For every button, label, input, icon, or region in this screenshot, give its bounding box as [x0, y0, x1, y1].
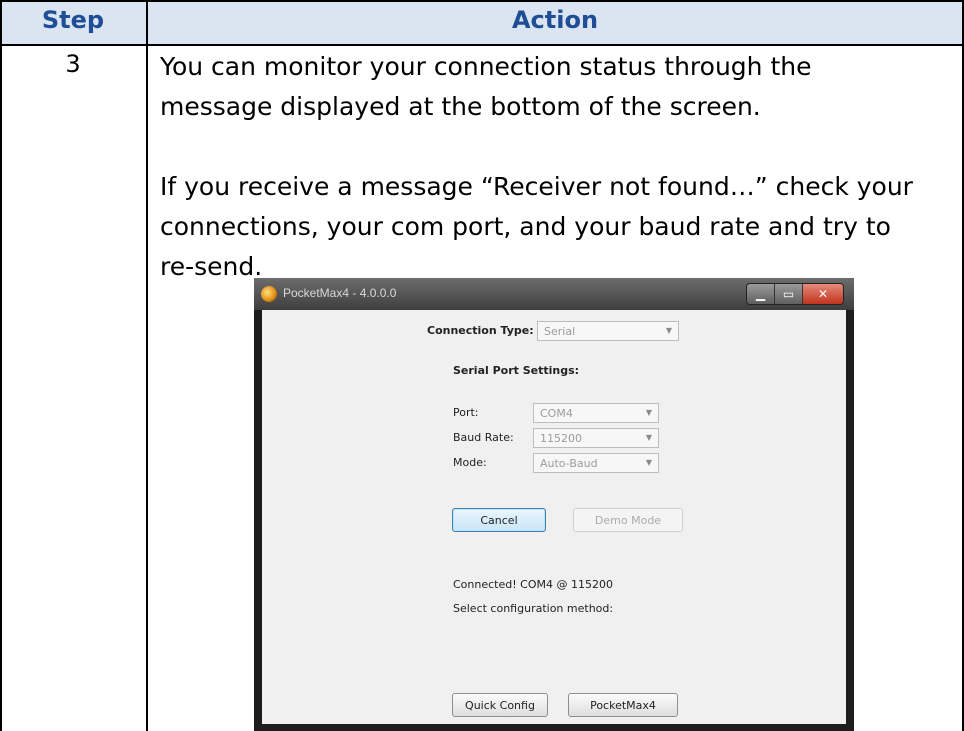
maximize-button[interactable]: ▭ [775, 284, 803, 304]
window-title: PocketMax4 - 4.0.0.0 [283, 286, 397, 300]
mode-label: Mode: [453, 456, 487, 469]
chevron-down-icon: ▼ [645, 408, 652, 417]
window-titlebar: PocketMax4 - 4.0.0.0 ▁ ▭ ✕ [254, 278, 854, 310]
cancel-button[interactable]: Cancel [452, 508, 546, 532]
chevron-down-icon: ▼ [645, 458, 652, 467]
port-label: Port: [453, 406, 479, 419]
pocketmax4-button[interactable]: PocketMax4 [568, 693, 678, 717]
connection-type-value: Serial [544, 325, 576, 338]
chevron-down-icon: ▼ [645, 433, 652, 442]
connection-type-label: Connection Type: [427, 324, 534, 337]
pocketmax-window-screenshot: PocketMax4 - 4.0.0.0 ▁ ▭ ✕ Connection Ty… [254, 278, 854, 731]
mode-value: Auto-Baud [540, 457, 598, 470]
baud-rate-select[interactable]: 115200 ▼ [533, 428, 659, 448]
instruction-line-5: re-send. [160, 252, 263, 281]
serial-settings-heading: Serial Port Settings: [453, 364, 580, 377]
configuration-prompt-text: Select configuration method: [453, 602, 614, 615]
window-client-area: Connection Type: Serial ▼ Serial Port Se… [262, 310, 846, 724]
connection-status-text: Connected! COM4 @ 115200 [453, 578, 613, 591]
minimize-button[interactable]: ▁ [747, 284, 775, 304]
mode-select[interactable]: Auto-Baud ▼ [533, 453, 659, 473]
instruction-line-1: You can monitor your connection status t… [160, 52, 812, 81]
close-button[interactable]: ✕ [803, 284, 843, 304]
quick-config-button[interactable]: Quick Config [452, 693, 548, 717]
table-border-left [0, 0, 2, 731]
port-select[interactable]: COM4 ▼ [533, 403, 659, 423]
header-step: Step [41, 6, 105, 34]
chevron-down-icon: ▼ [665, 326, 672, 335]
port-value: COM4 [540, 407, 573, 420]
header-action: Action [511, 6, 599, 34]
table-header-divider [0, 44, 964, 46]
step-number: 3 [65, 50, 81, 78]
pocketmax-logo-icon [261, 286, 277, 302]
window-controls: ▁ ▭ ✕ [746, 283, 844, 305]
instruction-line-2: message displayed at the bottom of the s… [160, 92, 761, 121]
connection-type-select[interactable]: Serial ▼ [537, 321, 679, 341]
demo-mode-button[interactable]: Demo Mode [573, 508, 683, 532]
baud-rate-value: 115200 [540, 432, 582, 445]
table-column-divider [146, 0, 148, 731]
instruction-line-3: If you receive a message “Receiver not f… [160, 172, 913, 201]
table-border-top [0, 0, 964, 2]
instruction-line-4: connections, your com port, and your bau… [160, 212, 891, 241]
baud-rate-label: Baud Rate: [453, 431, 514, 444]
